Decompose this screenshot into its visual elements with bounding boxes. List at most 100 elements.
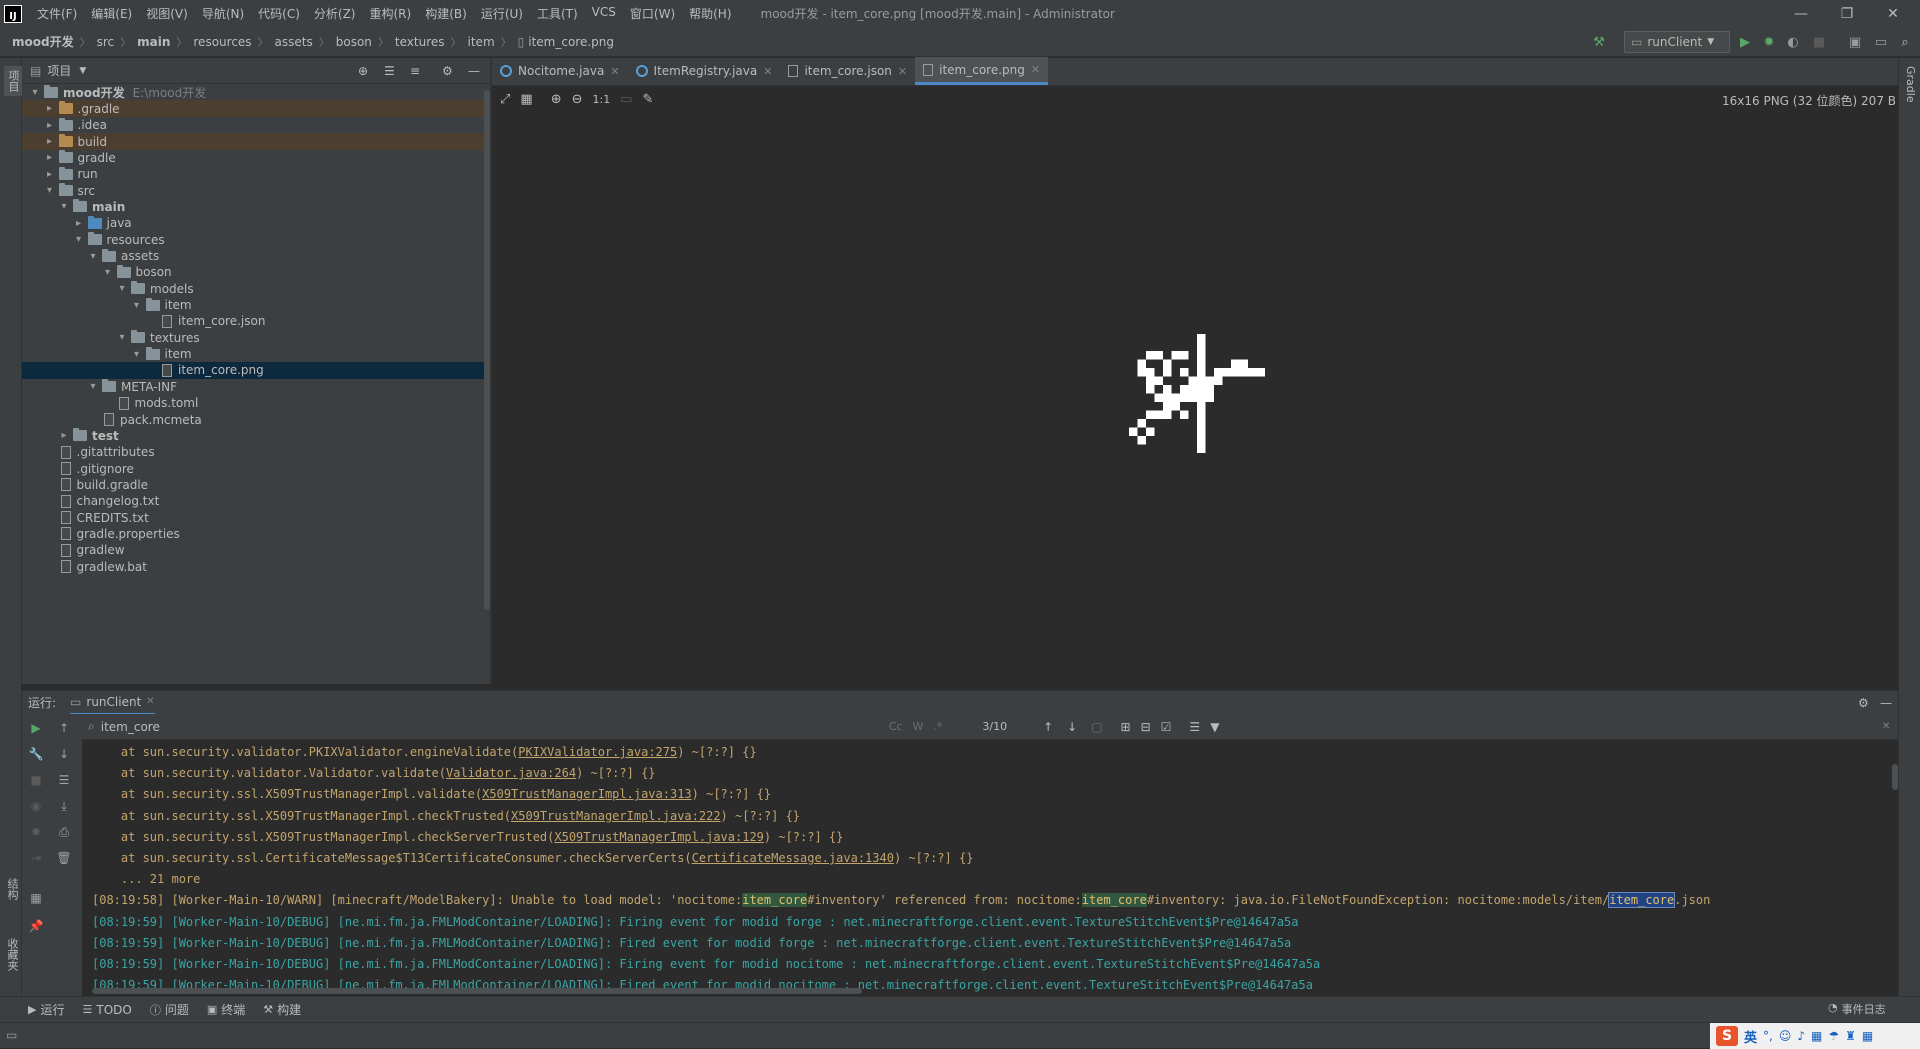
chevron-down-icon[interactable]: ▾	[72, 234, 86, 245]
gear-icon[interactable]: ⚙	[442, 64, 453, 78]
tree-item[interactable]: ▸ run	[22, 166, 490, 183]
wrench-icon[interactable]: 🔧	[28, 746, 44, 762]
mic-icon[interactable]: ♪	[1797, 1029, 1805, 1043]
select-all-icon[interactable]: ☑	[1161, 720, 1172, 734]
tree-item[interactable]: ▾ main	[22, 198, 490, 215]
window-icon[interactable]: ▭	[1872, 33, 1890, 51]
background-icon[interactable]: ▭	[620, 92, 632, 107]
status-window-icon[interactable]: ▭	[6, 1028, 17, 1042]
tree-item[interactable]: ▾ assets	[22, 248, 490, 265]
coverage-icon[interactable]: ◐	[1784, 33, 1802, 51]
minimize-icon[interactable]: —	[1778, 0, 1824, 27]
tool-tab-problems[interactable]: ⓘ 问题	[150, 1001, 189, 1018]
source-link[interactable]: X509TrustManagerImpl.java:129	[554, 830, 764, 844]
chevron-down-icon[interactable]: ▾	[130, 349, 144, 360]
console-output[interactable]: at sun.security.validator.PKIXValidator.…	[82, 740, 1898, 996]
tree-item[interactable]: ▾ textures	[22, 329, 490, 346]
search-icon[interactable]: ⌕	[1896, 33, 1914, 51]
tree-item[interactable]: ▸ gradle	[22, 149, 490, 166]
hide-icon[interactable]: —	[468, 64, 480, 78]
tree-item[interactable]: ▸ java	[22, 215, 490, 232]
console-hscrollbar[interactable]	[92, 988, 862, 994]
skin-icon[interactable]: ☂	[1828, 1029, 1839, 1043]
tool-tab-run[interactable]: ▶ 运行	[28, 1001, 64, 1018]
chevron-right-icon[interactable]: ▸	[43, 152, 57, 163]
next-match-icon[interactable]: ↓	[1067, 720, 1077, 734]
chevron-down-icon[interactable]: ▾	[130, 300, 144, 311]
source-link[interactable]: CertificateMessage.java:1340	[692, 851, 894, 865]
breadcrumb-item[interactable]: textures	[395, 35, 445, 49]
regex-icon[interactable]: .*	[933, 720, 942, 733]
breadcrumb-item[interactable]: item	[468, 35, 495, 49]
tree-item[interactable]: ▸ .idea	[22, 117, 490, 134]
tree-item[interactable]: item_core.json	[22, 313, 490, 330]
grid-icon[interactable]: ▦	[520, 92, 532, 107]
rerun-icon[interactable]: ▶	[28, 720, 44, 736]
add-occurrence-icon[interactable]: ⊞	[1121, 720, 1131, 734]
maximize-icon[interactable]: ❐	[1824, 0, 1870, 27]
zoom-out-icon[interactable]: ⊖	[572, 92, 583, 107]
menu-item[interactable]: 帮助(H)	[682, 5, 738, 22]
tool-tab-terminal[interactable]: ▣ 终端	[207, 1001, 245, 1018]
close-icon[interactable]: ✕	[610, 65, 619, 78]
chevron-down-icon[interactable]: ▾	[115, 283, 129, 294]
punct-icon[interactable]: °,	[1763, 1029, 1773, 1043]
print-icon[interactable]: ⎙	[56, 824, 72, 840]
menu-item[interactable]: 导航(N)	[195, 5, 251, 22]
tree-item[interactable]: gradlew.bat	[22, 558, 490, 575]
tree-item[interactable]: ▸ build	[22, 133, 490, 151]
menu-item[interactable]: 重构(R)	[363, 5, 419, 22]
tree-item[interactable]: pack.mcmeta	[22, 411, 490, 428]
menu-item[interactable]: 工具(T)	[530, 5, 585, 22]
menu-item[interactable]: 分析(Z)	[307, 5, 363, 22]
filter-icon[interactable]: ▼	[1210, 720, 1219, 734]
bug-icon[interactable]: ✹	[28, 824, 44, 840]
tool-tab-gradle[interactable]: Gradle	[1904, 66, 1917, 103]
chevron-down-icon[interactable]: ▾	[57, 201, 71, 212]
close-icon[interactable]: ✕	[1031, 63, 1040, 76]
chevron-right-icon[interactable]: ▸	[43, 103, 57, 114]
up-arrow-icon[interactable]: ↑	[56, 720, 72, 736]
keyboard-icon[interactable]: ▦	[1811, 1029, 1822, 1043]
console-search-input[interactable]	[100, 719, 861, 734]
expand-all-icon[interactable]: ☰	[384, 64, 395, 78]
chevron-right-icon[interactable]: ▸	[43, 169, 57, 180]
menu-item[interactable]: 编辑(E)	[84, 5, 139, 22]
chevron-right-icon[interactable]: ▸	[43, 136, 57, 147]
tree-item[interactable]: item_core.png	[22, 361, 490, 379]
run-config-select[interactable]: ▭ runClient ▼	[1624, 31, 1730, 53]
breadcrumb-item[interactable]: src	[97, 35, 115, 49]
chevron-down-icon[interactable]: ▾	[86, 251, 100, 262]
close-icon[interactable]: ✕	[146, 696, 154, 707]
sogou-logo-icon[interactable]: S	[1716, 1026, 1738, 1046]
close-search-icon[interactable]: ✕	[1882, 721, 1890, 732]
locate-icon[interactable]: ⊕	[358, 64, 368, 78]
exit-icon[interactable]: ⇥	[28, 850, 44, 866]
menu-item[interactable]: 运行(U)	[474, 5, 530, 22]
breadcrumb-item[interactable]: item_core.png	[528, 35, 614, 49]
shirt-icon[interactable]: ♜	[1845, 1029, 1856, 1043]
tree-item[interactable]: build.gradle	[22, 476, 490, 493]
tree-item[interactable]: ▾ resources	[22, 231, 490, 248]
menu-item[interactable]: 代码(C)	[251, 5, 307, 22]
menu-item[interactable]: 构建(B)	[418, 5, 474, 22]
editor-tab[interactable]: ItemRegistry.java ✕	[628, 57, 781, 85]
project-structure-icon[interactable]: ▣	[1846, 33, 1864, 51]
menu-item[interactable]: 窗口(W)	[623, 5, 682, 22]
tree-item[interactable]: ▾ mood开发 E:\mood开发	[22, 84, 490, 101]
chevron-down-icon[interactable]: ▾	[115, 332, 129, 343]
tree-item[interactable]: ▾ item	[22, 297, 490, 314]
run-tab[interactable]: ▭ runClient ✕	[70, 691, 155, 715]
filter-settings-icon[interactable]: ☰	[1189, 720, 1200, 734]
tool-tab-favorites[interactable]: 收藏夹	[4, 938, 20, 971]
tree-item[interactable]: ▸ .gradle	[22, 100, 490, 118]
tree-item[interactable]: ▾ item	[22, 346, 490, 363]
breadcrumb-item[interactable]: boson	[336, 35, 372, 49]
source-link[interactable]: Validator.java:264	[446, 766, 576, 780]
stop-icon[interactable]: ■	[28, 772, 44, 788]
chevron-down-icon[interactable]: ▼	[79, 66, 86, 76]
event-log-button[interactable]: ◔ 事件日志	[1828, 1001, 1886, 1017]
source-link[interactable]: X509TrustManagerImpl.java:313	[482, 787, 692, 801]
case-sensitive-icon[interactable]: Cc	[889, 720, 903, 733]
tree-item[interactable]: .gitignore	[22, 460, 490, 477]
